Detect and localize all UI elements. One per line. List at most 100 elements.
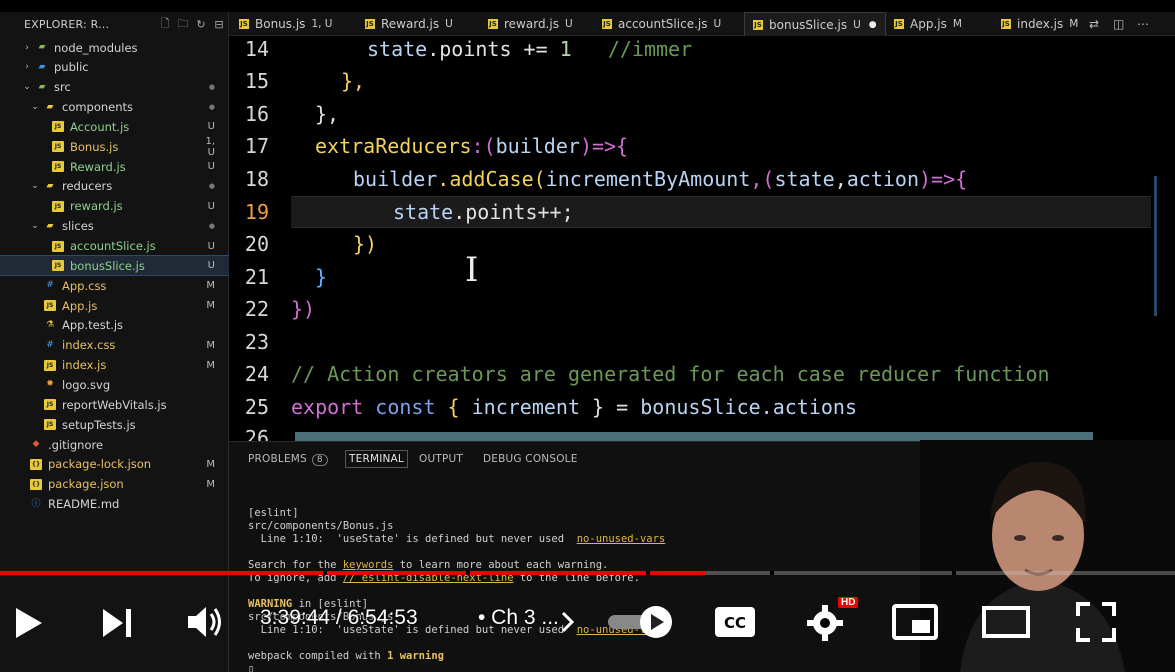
tree-item-app-css[interactable]: # App.css M (0, 276, 229, 295)
js-icon: JS (52, 141, 64, 153)
tab-problems[interactable]: PROBLEMS 8 (248, 453, 328, 466)
fullscreen-icon[interactable] (1076, 602, 1116, 642)
tab-accountslice-js[interactable]: JS accountSlice.js U (602, 12, 721, 36)
chapter-title[interactable]: • Ch 3 ... (478, 606, 559, 630)
autoplay-toggle-icon[interactable] (606, 605, 676, 639)
git-status-badge: U (207, 200, 215, 212)
tab-index-js[interactable]: JS index.js M (1001, 12, 1078, 36)
tab-label: Reward.js (381, 17, 440, 31)
tree-item-label: reportWebVitals.js (62, 397, 167, 412)
video-progress-fill (0, 571, 706, 575)
tree-item-logo-svg[interactable]: ✹ logo.svg (0, 375, 229, 394)
tree-item-package-json[interactable]: {} package.json M (0, 475, 229, 494)
token: += (523, 37, 560, 61)
tree-item-src[interactable]: ⌄ ▰ src ● (0, 78, 229, 97)
chapter-marker (466, 571, 470, 575)
tree-item-bonus-js[interactable]: JS Bonus.js 1, U (0, 135, 229, 158)
tab-reward-js[interactable]: JS Reward.js U (365, 12, 453, 36)
tree-item-reportwebvitals-js[interactable]: JS reportWebVitals.js (0, 395, 229, 414)
git-icon: ◆ (32, 439, 40, 449)
tree-item-index-css[interactable]: # index.css M (0, 336, 229, 355)
unsaved-dot-icon[interactable]: ● (869, 20, 877, 30)
tab-label: accountSlice.js (618, 17, 708, 31)
text-cursor-icon: I (465, 250, 479, 290)
tree-item-label: components (62, 100, 134, 115)
tree-item-reward-js[interactable]: JS reward.js U (0, 197, 229, 216)
code-line-21: 21 } (229, 261, 1175, 293)
git-status-badge: U (207, 240, 215, 252)
token: :( (471, 134, 496, 158)
tab-status: U (713, 18, 722, 30)
git-status-badge: M (206, 300, 215, 312)
git-status-badge: ● (208, 103, 215, 112)
tree-item-setuptests-js[interactable]: JS setupTests.js (0, 415, 229, 434)
code-line-19: 19 state.points++; (229, 196, 1175, 228)
js-file-icon: JS (602, 19, 612, 29)
tree-item-bonusslice-js[interactable]: JS bonusSlice.js U (0, 255, 230, 277)
tree-item-label: Bonus.js (70, 139, 119, 154)
collapse-all-icon[interactable]: ⊟ (210, 18, 228, 31)
compare-icon[interactable]: ⇄ (1089, 17, 1099, 31)
play-icon[interactable] (14, 606, 44, 640)
tree-item-reward-js[interactable]: JS Reward.js U (0, 157, 229, 176)
line-number: 21 (244, 265, 269, 289)
json-icon: {} (30, 478, 42, 490)
tree-item-slices[interactable]: ⌄ ▰ slices ● (0, 217, 229, 236)
tree-item-account-js[interactable]: JS Account.js U (0, 117, 229, 136)
token: state (367, 37, 428, 61)
volume-icon[interactable] (186, 604, 224, 640)
split-editor-icon[interactable]: ◫ (1113, 17, 1124, 31)
tree-item-index-js[interactable]: JS index.js M (0, 356, 229, 375)
tab-bonus-js[interactable]: JS Bonus.js 1, U (239, 12, 332, 36)
tree-item-label: Reward.js (70, 159, 126, 174)
tab-app-js[interactable]: JS App.js M (894, 12, 962, 36)
git-status-badge: 1, U (205, 135, 215, 158)
line-number: 24 (244, 362, 269, 386)
tree-item-public[interactable]: › ▰ public (0, 58, 229, 77)
refresh-icon[interactable]: ↻ (192, 18, 210, 31)
rule-link[interactable]: no-unused-vars (577, 533, 666, 545)
tree-item-label: public (54, 60, 89, 75)
editor-tabbar: JS Bonus.js 1, U JS Reward.js U JS reward.js U… (229, 12, 1175, 36)
code-line-20: 20 }) (229, 228, 1175, 260)
tree-item-package-lock-json[interactable]: {} package-lock.json M (0, 455, 229, 474)
tree-item-node-modules[interactable]: › ▰ node_modules (0, 38, 229, 57)
code-line-16: 16 }, (229, 98, 1175, 130)
js-icon: JS (52, 260, 64, 272)
tree-item-reducers[interactable]: ⌄ ▰ reducers ● (0, 177, 229, 196)
tab-output[interactable]: OUTPUT (419, 453, 463, 465)
tree-item-label: index.js (62, 358, 107, 373)
cc-icon[interactable]: CC (714, 606, 756, 638)
miniplayer-icon[interactable] (892, 604, 938, 640)
token: )=>{ (918, 167, 968, 191)
line-number: 15 (244, 69, 269, 93)
more-actions-icon[interactable]: ⋯ (1137, 17, 1149, 31)
theater-icon[interactable] (982, 606, 1030, 638)
keywords-link[interactable]: keywords (343, 559, 394, 571)
tree-item-app-test-js[interactable]: ⚗ App.test.js (0, 316, 229, 335)
token: ,( (750, 167, 775, 191)
new-folder-icon[interactable]: 🗀 (174, 15, 192, 34)
settings-icon[interactable] (806, 604, 844, 642)
git-status-badge: M (206, 339, 215, 351)
next-icon[interactable] (101, 607, 133, 639)
tree-item-gitignore[interactable]: ◆ .gitignore (0, 435, 229, 454)
code-editor[interactable]: 14 state.points += 1 //immer 15 }, 16 },… (229, 36, 1175, 441)
tree-item-accountslice-js[interactable]: JS accountSlice.js U (0, 237, 229, 256)
new-file-icon[interactable]: 🗋 (156, 15, 174, 34)
test-icon: ⚗ (45, 319, 55, 330)
tree-item-label: accountSlice.js (70, 239, 156, 253)
json-icon: {} (30, 458, 42, 470)
tab-debug-console[interactable]: DEBUG CONSOLE (483, 453, 578, 465)
tree-item-app-js[interactable]: JS App.js M (0, 296, 229, 315)
tree-item-components[interactable]: ⌄ ▰ components ● (0, 98, 229, 117)
chapter-arrow-icon[interactable] (560, 610, 576, 634)
tab-reward-reducer-js[interactable]: JS reward.js U (488, 12, 573, 36)
tree-item-readme-md[interactable]: ⓘ README.md (0, 495, 229, 514)
tree-item-label: src (54, 80, 71, 95)
tree-item-label: reducers (62, 179, 113, 194)
folder-icon: ▰ (38, 61, 46, 72)
tab-bonusslice-js[interactable]: JS bonusSlice.js U ● (744, 12, 886, 36)
tab-terminal[interactable]: TERMINAL (345, 450, 408, 468)
tab-status: U (853, 18, 861, 31)
